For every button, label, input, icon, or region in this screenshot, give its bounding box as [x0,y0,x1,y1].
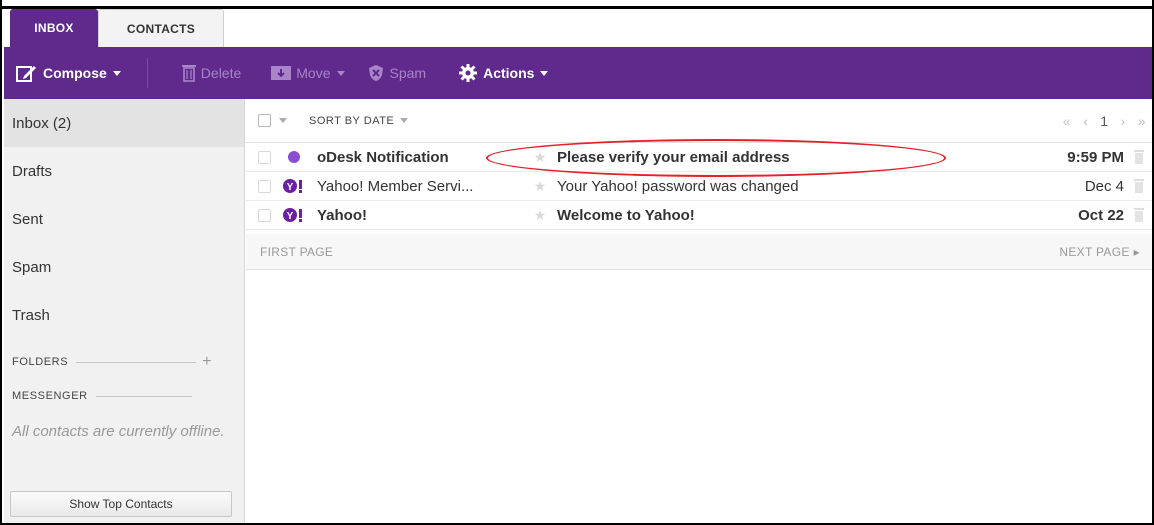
first-page-icon[interactable]: « [1063,113,1071,129]
star-icon[interactable]: ★ [523,207,557,224]
sort-label: SORT BY DATE [309,114,395,127]
divider [95,395,192,397]
mail-window: INBOX CONTACTS Compose Delete Move Spam … [0,0,1154,525]
sidebar: Inbox (2) Drafts Sent Spam Trash FOLDERS… [4,99,245,523]
compose-icon [16,63,38,83]
star-icon[interactable]: ★ [523,178,557,195]
message-sender: Yahoo! [317,206,368,224]
row-checkbox[interactable] [258,208,271,222]
trash-icon [181,64,196,82]
message-subject: Please verify your email address [557,148,790,166]
gear-icon [458,63,478,83]
trash-icon[interactable] [1124,179,1152,193]
last-page-icon[interactable]: » [1138,113,1146,129]
actions-label: Actions [483,65,535,81]
message-list: SORT BY DATE « ‹ 1 › » oDesk Notificatio… [246,99,1152,523]
spam-button[interactable]: Spam [367,47,427,99]
messenger-heading: MESSENGER [12,390,88,402]
row-checkbox[interactable] [258,179,271,193]
move-button[interactable]: Move [271,47,345,99]
messenger-section: MESSENGER [4,383,244,409]
sidebar-item-trash[interactable]: Trash [4,291,244,339]
next-page-label: NEXT PAGE [1059,244,1130,259]
message-sender: oDesk Notification [317,148,449,166]
message-subject: Welcome to Yahoo! [557,206,695,224]
message-subject: Your Yahoo! password was changed [557,177,799,195]
star-icon[interactable]: ★ [523,149,557,166]
page-number: 1 [1100,113,1109,129]
yahoo-logo-icon: Y [271,208,317,222]
chevron-down-icon [336,70,345,76]
purple-dot-icon [271,151,317,163]
toolbar: Compose Delete Move Spam Actions [4,47,1152,99]
sidebar-item-sent[interactable]: Sent [4,195,244,243]
select-menu-chevron-icon[interactable] [279,118,287,123]
message-date: Dec 4 [1084,177,1124,195]
folders-heading: FOLDERS [12,356,69,368]
trash-icon[interactable] [1124,208,1152,222]
message-row[interactable]: Y Yahoo! ★ Welcome to Yahoo! Oct 22 [246,201,1152,230]
svg-text:Y: Y [287,182,294,193]
tab-inbox[interactable]: INBOX [10,9,98,47]
sort-menu[interactable]: SORT BY DATE [309,114,409,127]
previous-page-icon[interactable]: ‹ [1083,113,1088,129]
delete-label: Delete [200,65,242,81]
message-row[interactable]: oDesk Notification ★ Please verify your … [246,143,1152,172]
chevron-down-icon [400,118,409,123]
compose-label: Compose [43,65,107,81]
tab-bar: INBOX CONTACTS [10,9,224,47]
chevron-right-icon: ▸ [1133,244,1140,259]
sidebar-item-drafts[interactable]: Drafts [4,147,244,195]
offline-message: All contacts are currently offline. [12,423,225,440]
chevron-down-icon [540,70,549,76]
next-page-link[interactable]: NEXT PAGE ▸ [1059,245,1140,259]
delete-button[interactable]: Delete [181,47,242,99]
sidebar-item-inbox[interactable]: Inbox (2) [4,99,244,147]
trash-icon[interactable] [1124,150,1152,164]
show-top-contacts-button[interactable]: Show Top Contacts [10,491,232,517]
compose-button[interactable]: Compose [16,47,121,99]
move-icon [271,65,292,81]
yahoo-logo-icon: Y [271,179,317,193]
select-all-checkbox[interactable] [258,114,271,127]
message-sender: Yahoo! Member Servi... [317,177,474,195]
list-header: SORT BY DATE « ‹ 1 › » [246,99,1152,143]
tab-contacts[interactable]: CONTACTS [98,9,224,47]
actions-button[interactable]: Actions [458,47,549,99]
next-page-icon[interactable]: › [1121,113,1126,129]
pagination: « ‹ 1 › » [1063,113,1146,129]
message-date: Oct 22 [1078,206,1124,224]
divider [76,361,197,363]
spam-shield-icon [367,64,385,82]
first-page-link[interactable]: FIRST PAGE [260,245,333,259]
list-footer: FIRST PAGE NEXT PAGE ▸ [246,234,1152,270]
add-folder-icon[interactable]: + [202,353,212,371]
chevron-down-icon [112,70,121,76]
svg-text:Y: Y [287,211,294,222]
folders-section: FOLDERS + [4,349,244,375]
move-label: Move [296,65,331,81]
spam-label: Spam [389,65,427,81]
toolbar-divider [146,58,148,88]
row-checkbox[interactable] [258,150,271,164]
message-row[interactable]: Y Yahoo! Member Servi... ★ Your Yahoo! p… [246,172,1152,201]
sidebar-item-spam[interactable]: Spam [4,243,244,291]
message-date: 9:59 PM [1067,148,1124,166]
